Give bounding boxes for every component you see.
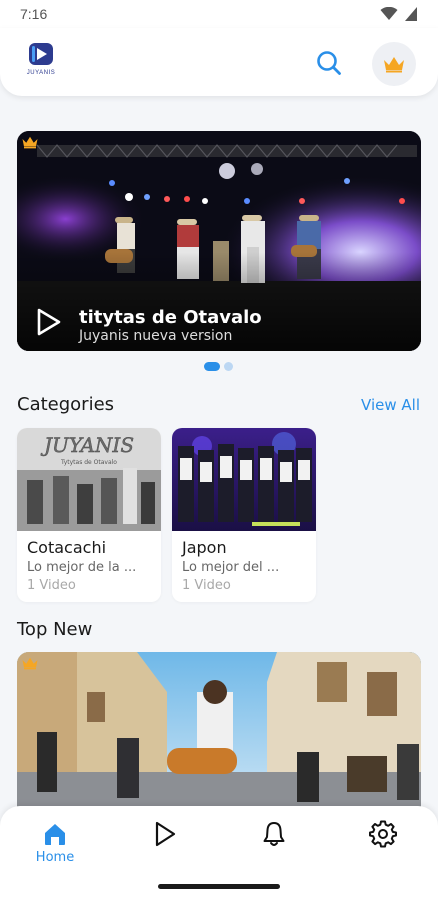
search-icon — [317, 51, 341, 75]
hero-banner[interactable]: titytas de Otavalo Juyanis nueva version — [17, 131, 421, 351]
category-count: 1 Video — [27, 578, 76, 593]
category-name: Japon — [182, 538, 227, 557]
carousel-dot-active[interactable] — [204, 362, 220, 371]
carousel-indicator — [204, 362, 233, 371]
premium-button[interactable] — [372, 42, 416, 86]
category-name: Cotacachi — [27, 538, 107, 557]
category-thumbnail — [172, 428, 316, 531]
status-bar: 7:16 — [0, 0, 438, 28]
top-new-thumbnail — [17, 652, 421, 812]
hero-title: titytas de Otavalo — [79, 307, 262, 328]
top-new-title: Top New — [17, 619, 93, 640]
premium-badge-icon — [22, 136, 38, 149]
nav-label-home: Home — [35, 850, 75, 865]
crown-icon — [384, 57, 404, 73]
gear-icon — [369, 820, 397, 848]
premium-badge-icon — [22, 657, 38, 670]
nav-item-videos[interactable] — [134, 820, 194, 874]
category-thumbnail: JUYANIS Tytytas de Otavalo — [17, 428, 161, 531]
status-icons — [380, 6, 418, 22]
status-time: 7:16 — [20, 6, 48, 22]
carousel-dot[interactable] — [224, 362, 233, 371]
app-logo[interactable]: JUYANIS — [20, 40, 62, 84]
category-count: 1 Video — [182, 578, 231, 593]
bell-icon — [263, 822, 285, 846]
hero-subtitle: Juyanis nueva version — [79, 328, 233, 344]
wifi-icon — [380, 7, 398, 20]
search-button[interactable] — [308, 42, 350, 84]
home-icon — [45, 824, 65, 845]
category-card[interactable]: JUYANIS Tytytas de Otavalo Cotacachi Lo … — [17, 428, 161, 602]
gesture-area — [0, 874, 438, 900]
nav-item-notifications[interactable] — [244, 820, 304, 874]
top-new-card[interactable] — [17, 652, 421, 812]
logo-icon — [29, 43, 53, 65]
nav-item-home[interactable]: Home — [25, 820, 85, 874]
hero-play-icon[interactable] — [33, 307, 63, 337]
nav-item-settings[interactable] — [353, 820, 413, 874]
logo-text: JUYANIS — [26, 70, 56, 76]
view-all-link[interactable]: View All — [361, 396, 420, 414]
battery-icon — [405, 7, 417, 21]
category-description: Lo mejor de la ... — [27, 560, 137, 575]
category-card[interactable]: Japon Lo mejor del ... 1 Video — [172, 428, 316, 602]
app-screen: 7:16 JUYANIS titytas de Otavalo Juyanis … — [0, 0, 438, 900]
categories-title: Categories — [17, 394, 115, 415]
home-gesture-bar[interactable] — [158, 884, 280, 889]
svg-text:JUYANIS: JUYANIS — [40, 433, 134, 457]
play-icon — [155, 821, 176, 847]
svg-text:Tytytas de Otavalo: Tytytas de Otavalo — [60, 459, 117, 466]
category-description: Lo mejor del ... — [182, 560, 280, 575]
app-header: JUYANIS — [0, 28, 438, 96]
bottom-navigation: Home — [0, 806, 438, 876]
